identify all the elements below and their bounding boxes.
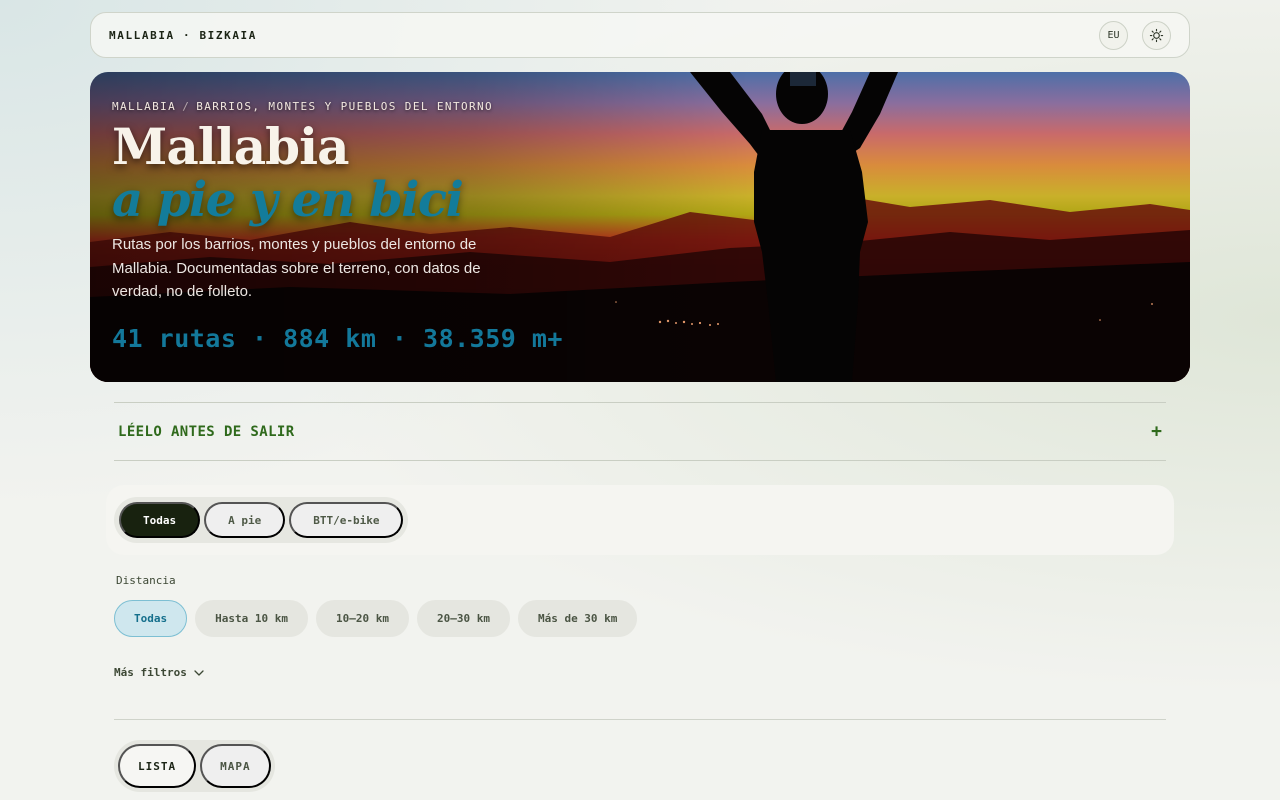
distance-chip-20-30[interactable]: 20–30 km bbox=[416, 600, 510, 637]
sun-icon bbox=[1149, 28, 1164, 42]
filter-type-todas[interactable]: Todas bbox=[119, 502, 201, 538]
more-filters-toggle[interactable]: Más filtros bbox=[114, 666, 205, 679]
page-subtitle: a pie y en bici bbox=[112, 172, 464, 228]
view-mapa-button[interactable]: MAPA bbox=[200, 744, 271, 788]
hero-banner: MALLABIA / BARRIOS, MONTES Y PUEBLOS DEL E… bbox=[90, 72, 1190, 382]
theme-toggle-button[interactable] bbox=[1142, 20, 1171, 50]
distance-chips: Todas Hasta 10 km 10–20 km 20–30 km Más … bbox=[114, 600, 638, 637]
chevron-down-icon bbox=[194, 669, 204, 676]
language-button[interactable]: EU bbox=[1099, 20, 1128, 50]
filter-type-btt-ebike[interactable]: BTT/e-bike bbox=[289, 502, 404, 538]
breadcrumb: MALLABIA / BARRIOS, MONTES Y PUEBLOS DEL E… bbox=[112, 100, 493, 113]
section-divider bbox=[114, 719, 1166, 720]
view-mode-toggle: LISTA MAPA bbox=[114, 740, 275, 792]
view-lista-button[interactable]: LISTA bbox=[118, 744, 197, 788]
accordion-title: LÉELO ANTES DE SALIR bbox=[118, 423, 295, 440]
distance-chip-10-20[interactable]: 10–20 km bbox=[315, 600, 409, 637]
distance-chip-todas[interactable]: Todas bbox=[114, 600, 188, 637]
route-stats: 41 rutas · 884 km · 38.359 m+ bbox=[112, 324, 563, 353]
distance-chip-mas-30[interactable]: Más de 30 km bbox=[517, 600, 638, 637]
top-bar: MALLABIA · BIZKAIA EU bbox=[90, 12, 1190, 58]
breadcrumb-current: BARRIOS, MONTES Y PUEBLOS DEL ENTORNO bbox=[196, 100, 494, 113]
hero-description: Rutas por los barrios, montes y pueblos … bbox=[112, 236, 481, 300]
breadcrumb-home[interactable]: MALLABIA bbox=[112, 100, 176, 113]
site-brand[interactable]: MALLABIA · BIZKAIA bbox=[109, 29, 257, 42]
expand-plus-icon: + bbox=[1151, 421, 1162, 442]
page-title: Mallabia bbox=[112, 117, 349, 176]
activity-filter-card: Todas A pie BTT/e-bike bbox=[106, 485, 1174, 555]
read-before-accordion[interactable]: LÉELO ANTES DE SALIR + bbox=[114, 402, 1166, 461]
breadcrumb-separator: / bbox=[182, 100, 191, 113]
distance-chip-hasta-10[interactable]: Hasta 10 km bbox=[195, 600, 308, 637]
filter-type-a-pie[interactable]: A pie bbox=[204, 502, 286, 538]
activity-type-segmented: Todas A pie BTT/e-bike bbox=[114, 497, 409, 543]
distance-filter-label: Distancia bbox=[116, 574, 176, 587]
more-filters-label: Más filtros bbox=[114, 666, 187, 679]
top-bar-actions: EU bbox=[1099, 20, 1171, 50]
